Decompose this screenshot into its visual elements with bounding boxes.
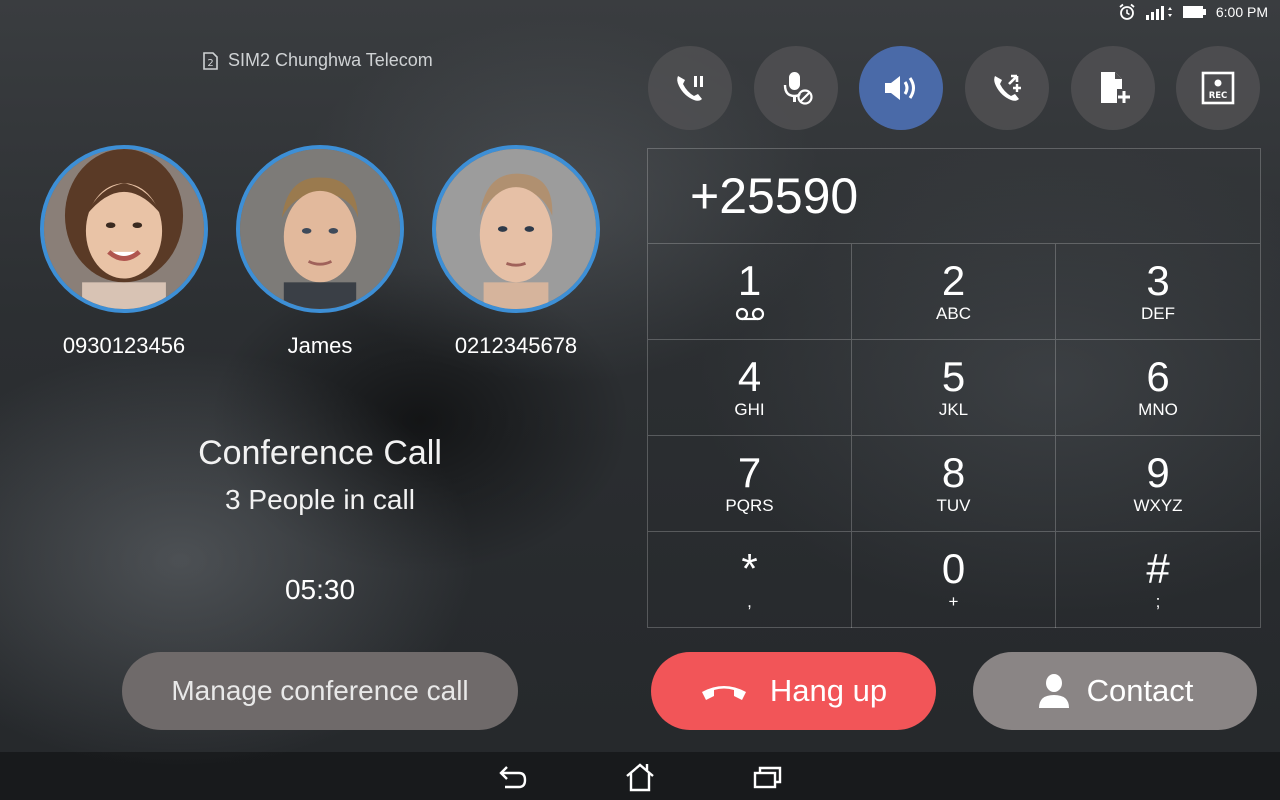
conference-subtitle: 3 People in call <box>225 484 415 515</box>
sim-carrier: SIM2 Chunghwa Telecom <box>228 50 433 70</box>
avatar <box>236 145 404 313</box>
key-digit: 6 <box>1146 352 1170 400</box>
dialpad-key-5[interactable]: 5 JKL <box>852 340 1056 436</box>
key-digit: 0 <box>941 545 966 592</box>
recent-apps-icon <box>753 766 782 789</box>
sim-label: 2 SIM2 Chunghwa Telecom <box>202 50 433 71</box>
home-button[interactable] <box>620 760 660 794</box>
navigation-bar <box>0 752 1280 800</box>
dialed-number: +25590 <box>648 149 1260 244</box>
avatar <box>432 145 600 313</box>
key-digit: 7 <box>737 448 762 496</box>
conference-title: Conference Call <box>198 434 442 472</box>
sim-card-icon: 2 <box>203 51 218 70</box>
note-add-icon <box>1101 72 1130 103</box>
person-icon <box>1038 674 1069 708</box>
key-letters: ABC <box>936 303 971 323</box>
dialpad-key-star[interactable]: * , <box>648 532 852 628</box>
key-letters: DEF <box>1141 303 1175 323</box>
avatar-photo-man <box>240 149 400 309</box>
hang-up-label: Hang up <box>769 673 888 708</box>
hold-call-button[interactable] <box>648 46 732 130</box>
key-digit: 2 <box>941 256 966 304</box>
record-icon: REC <box>1201 71 1235 105</box>
participant-name: 0930123456 <box>62 333 186 358</box>
participant-2[interactable]: James <box>232 145 408 359</box>
call-timer: 05:30 <box>284 574 356 605</box>
key-digit: * <box>741 545 758 592</box>
avatar-photo-man <box>436 149 596 309</box>
hold-call-icon <box>677 76 703 101</box>
manage-conference-button[interactable]: Manage conference call <box>122 652 518 730</box>
dialpad-keys: 1 2 ABC 3 DEF 4 GHI 5 JKL 6 MNO 7 PQRS 8… <box>648 244 1260 628</box>
dialpad-key-8[interactable]: 8 TUV <box>852 436 1056 532</box>
signal-icon <box>1145 6 1172 20</box>
dialpad-key-6[interactable]: 6 MNO <box>1056 340 1260 436</box>
dialpad-key-0[interactable]: 0 + <box>852 532 1056 628</box>
key-letters: TUV <box>936 495 971 515</box>
key-digit: 5 <box>941 352 966 400</box>
avatar <box>40 145 208 313</box>
dialpad-key-3[interactable]: 3 DEF <box>1056 244 1260 340</box>
avatar-photo-woman <box>44 149 204 309</box>
key-letters: + <box>948 592 959 611</box>
sim-badge: 2 <box>207 58 213 69</box>
key-digit: 3 <box>1146 256 1170 304</box>
participant-3[interactable]: 0212345678 <box>428 145 604 359</box>
record-button[interactable]: REC <box>1176 46 1260 130</box>
recent-apps-button[interactable] <box>747 760 787 794</box>
contact-label: Contact <box>1086 673 1194 708</box>
home-icon <box>626 763 654 792</box>
add-call-button[interactable] <box>965 46 1049 130</box>
key-digit: 4 <box>737 352 762 400</box>
alarm-icon <box>1119 3 1135 20</box>
key-letters: PQRS <box>725 495 774 515</box>
speaker-icon <box>885 76 915 100</box>
dialpad: +25590 1 2 ABC 3 DEF 4 GHI 5 JKL 6 MNO 7… <box>647 148 1261 628</box>
hang-up-icon <box>701 686 746 700</box>
add-note-button[interactable] <box>1071 46 1155 130</box>
participant-name: James <box>287 333 353 358</box>
key-digit: 9 <box>1146 448 1170 496</box>
dialpad-key-1[interactable]: 1 <box>648 244 852 340</box>
key-digit: 8 <box>941 448 966 496</box>
mute-mic-icon <box>783 72 813 105</box>
contact-button[interactable]: Contact <box>973 652 1257 730</box>
dialpad-key-4[interactable]: 4 GHI <box>648 340 852 436</box>
dialpad-key-7[interactable]: 7 PQRS <box>648 436 852 532</box>
record-label: REC <box>1209 91 1228 101</box>
dialpad-key-2[interactable]: 2 ABC <box>852 244 1056 340</box>
back-icon <box>499 766 527 789</box>
key-letters: WXYZ <box>1133 495 1183 515</box>
key-digit: 1 <box>737 256 762 304</box>
status-clock: 6:00 PM <box>1215 4 1268 20</box>
key-letters: JKL <box>938 399 969 419</box>
status-icons: 6:00 PM <box>1118 3 1268 21</box>
status-bar: 6:00 PM <box>0 0 1280 24</box>
participant-name: 0212345678 <box>454 333 578 358</box>
dialpad-key-9[interactable]: 9 WXYZ <box>1056 436 1260 532</box>
key-letters: , <box>747 592 752 611</box>
key-letters: GHI <box>734 399 765 419</box>
key-letters: ; <box>1155 592 1161 611</box>
hang-up-button[interactable]: Hang up <box>651 652 936 730</box>
participants: 0930123456 James 0212345678 <box>36 145 604 375</box>
key-digit: # <box>1146 545 1170 592</box>
voicemail-icon <box>735 307 764 320</box>
battery-icon <box>1182 6 1206 18</box>
call-actions: REC <box>648 46 1260 130</box>
participant-1[interactable]: 0930123456 <box>36 145 212 359</box>
speaker-button[interactable] <box>859 46 943 130</box>
dialpad-key-hash[interactable]: # ; <box>1056 532 1260 628</box>
add-call-icon <box>994 74 1021 101</box>
mute-button[interactable] <box>754 46 838 130</box>
back-button[interactable] <box>493 760 533 794</box>
key-letters: MNO <box>1138 399 1178 419</box>
